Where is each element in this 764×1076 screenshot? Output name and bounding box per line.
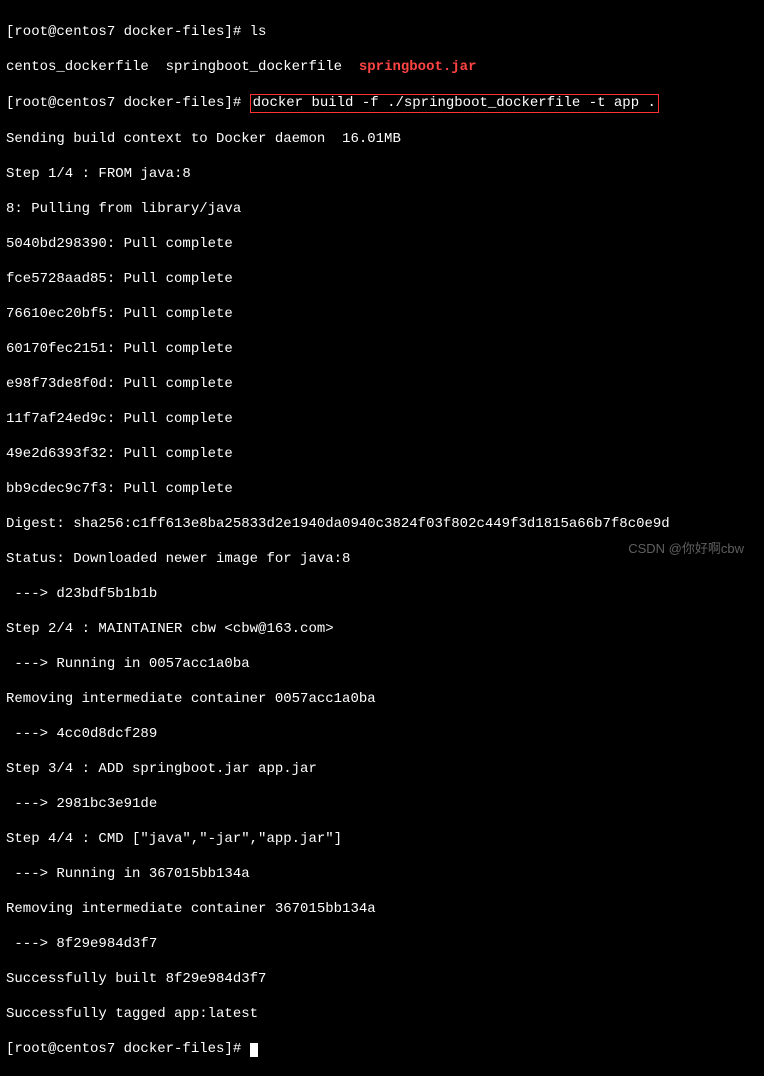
output-line: e98f73de8f0d: Pull complete [6, 376, 758, 394]
output-line: Step 1/4 : FROM java:8 [6, 166, 758, 184]
output-line: ---> Running in 0057acc1a0ba [6, 656, 758, 674]
output-line: 49e2d6393f32: Pull complete [6, 446, 758, 464]
output-line: ---> Running in 367015bb134a [6, 866, 758, 884]
output-line: Step 3/4 : ADD springboot.jar app.jar [6, 761, 758, 779]
ls-output: centos_dockerfile springboot_dockerfile [6, 59, 359, 75]
watermark: CSDN @你好啊cbw [628, 541, 744, 557]
ls-output-jar: springboot.jar [359, 59, 477, 75]
output-line: fce5728aad85: Pull complete [6, 271, 758, 289]
output-line: 8: Pulling from library/java [6, 201, 758, 219]
output-line: Successfully built 8f29e984d3f7 [6, 971, 758, 989]
output-line: 11f7af24ed9c: Pull complete [6, 411, 758, 429]
output-line: 60170fec2151: Pull complete [6, 341, 758, 359]
output-line: Digest: sha256:c1ff613e8ba25833d2e1940da… [6, 516, 758, 534]
output-line: Step 2/4 : MAINTAINER cbw <cbw@163.com> [6, 621, 758, 639]
output-line: Removing intermediate container 0057acc1… [6, 691, 758, 709]
output-line: Sending build context to Docker daemon 1… [6, 131, 758, 149]
output-line: bb9cdec9c7f3: Pull complete [6, 481, 758, 499]
output-line: 76610ec20bf5: Pull complete [6, 306, 758, 324]
output-line: ---> 8f29e984d3f7 [6, 936, 758, 954]
output-line: Successfully tagged app:latest [6, 1006, 758, 1024]
output-line: 5040bd298390: Pull complete [6, 236, 758, 254]
output-line: Removing intermediate container 367015bb… [6, 901, 758, 919]
shell-prompt: [root@centos7 docker-files]# [6, 24, 250, 40]
command-docker-build: docker build -f ./springboot_dockerfile … [250, 94, 659, 114]
cursor [250, 1043, 258, 1057]
output-line: ---> 2981bc3e91de [6, 796, 758, 814]
shell-prompt: [root@centos7 docker-files]# [6, 95, 250, 111]
command-ls: ls [250, 24, 267, 40]
shell-prompt: [root@centos7 docker-files]# [6, 1041, 250, 1057]
output-line: ---> d23bdf5b1b1b [6, 586, 758, 604]
output-line: Step 4/4 : CMD ["java","-jar","app.jar"] [6, 831, 758, 849]
output-line: ---> 4cc0d8dcf289 [6, 726, 758, 744]
